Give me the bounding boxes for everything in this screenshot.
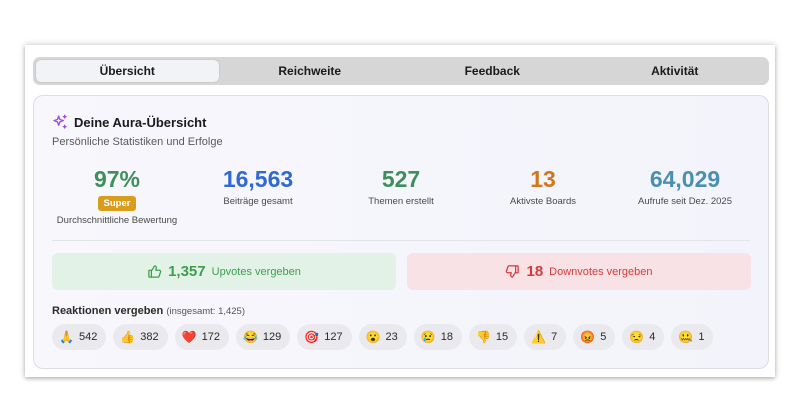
reaction-count: 5 [600, 331, 607, 343]
thumbs-up-icon [148, 265, 162, 278]
stat-rating: 97% Super Durchschnittliche Bewertung [42, 166, 192, 226]
stat-views: 64,029 Aufrufe seit Dez. 2025 [610, 166, 760, 207]
reactions-list: 🙏 542 👍 382 ❤️ 172 😂 129 🎯 127 😮 23 😢 18 👎 15 ⚠️… [52, 324, 714, 350]
stat-label: Aufrufe seit Dez. 2025 [638, 196, 732, 207]
reaction-chip-warning[interactable]: ⚠️ 7 [524, 324, 567, 350]
reaction-count: 1 [698, 331, 705, 343]
downvotes-count: 18 [526, 263, 544, 280]
reaction-chip-thumbs-down[interactable]: 👎 15 [468, 324, 518, 350]
upvotes-count: 1,357 [168, 263, 206, 280]
unamused-emoji-icon: 😒 [629, 330, 645, 344]
stat-topics: 527 Themen erstellt [326, 166, 476, 207]
stat-value: 16,563 [222, 166, 294, 192]
reaction-chip-zipper[interactable]: 🤐 1 [671, 324, 714, 350]
tab-bar: Übersicht Reichweite Feedback Aktivität [33, 57, 769, 85]
status-badge: Super [97, 196, 137, 211]
tab-feedback[interactable]: Feedback [401, 60, 584, 82]
aura-window: Übersicht Reichweite Feedback Aktivität … [25, 45, 775, 377]
stat-value: 13 [530, 166, 556, 192]
reaction-chip-wow[interactable]: 😮 23 [358, 324, 407, 350]
laugh-emoji-icon: 😂 [242, 330, 258, 344]
reaction-count: 127 [324, 331, 343, 343]
stat-boards: 13 Aktivste Boards [468, 166, 618, 207]
stat-label: Aktivste Boards [510, 196, 576, 207]
stats-row: 97% Super Durchschnittliche Bewertung 16… [34, 166, 770, 236]
reaction-chip-laugh[interactable]: 😂 129 [235, 324, 291, 350]
downvotes-card: 18 Downvotes vergeben [407, 253, 751, 290]
divider [52, 240, 750, 241]
reaction-chip-pray[interactable]: 🙏 542 [52, 324, 107, 350]
reaction-chip-thumbs-up[interactable]: 👍 382 [113, 324, 168, 350]
upvotes-label: Upvotes vergeben [211, 265, 301, 278]
reactions-total: (insgesamt: 1,425) [166, 306, 246, 317]
overview-title: Deine Aura-Übersicht [74, 114, 207, 130]
stat-posts: 16,563 Beiträge gesamt [183, 166, 333, 207]
sad-emoji-icon: 😢 [420, 330, 436, 344]
wow-emoji-icon: 😮 [365, 330, 381, 344]
upvotes-card: 1,357 Upvotes vergeben [52, 253, 396, 290]
reaction-count: 15 [495, 331, 509, 343]
heart-emoji-icon: ❤️ [181, 330, 197, 344]
reaction-chip-heart[interactable]: ❤️ 172 [174, 324, 229, 350]
tab-aktivitaet[interactable]: Aktivität [584, 60, 767, 82]
reaction-chip-target[interactable]: 🎯 127 [297, 324, 352, 350]
stat-value: 527 [381, 166, 421, 192]
reactions-title: Reaktionen vergeben [52, 305, 164, 317]
reaction-count: 7 [551, 331, 558, 343]
reaction-chip-angry[interactable]: 😡 5 [573, 324, 616, 350]
warning-emoji-icon: ⚠️ [531, 330, 547, 344]
target-emoji-icon: 🎯 [304, 330, 320, 344]
overview-panel: Deine Aura-Übersicht Persönliche Statist… [33, 95, 769, 369]
reaction-chip-sad[interactable]: 😢 18 [413, 324, 462, 350]
reaction-count: 129 [262, 331, 282, 343]
tab-reichweite[interactable]: Reichweite [219, 60, 402, 82]
thumbs-down-icon [506, 265, 520, 278]
stat-value: 97% [93, 166, 141, 192]
pray-emoji-icon: 🙏 [59, 330, 74, 344]
stat-label: Themen erstellt [368, 196, 434, 207]
stat-label: Durchschnittliche Bewertung [56, 215, 178, 226]
stat-value: 64,029 [649, 166, 721, 192]
reactions-heading: Reaktionen vergeben (insgesamt: 1,425) [52, 305, 245, 317]
thumbs-up-emoji-icon: 👍 [120, 330, 136, 344]
stat-label: Beiträge gesamt [223, 196, 293, 207]
downvotes-label: Downvotes vergeben [549, 265, 653, 278]
sparkles-icon [53, 114, 67, 129]
reaction-count: 23 [385, 331, 398, 343]
reaction-count: 172 [201, 331, 220, 343]
zipper-mouth-emoji-icon: 🤐 [678, 330, 694, 344]
thumbs-down-emoji-icon: 👎 [475, 330, 491, 344]
reaction-count: 18 [440, 331, 453, 343]
reaction-count: 4 [649, 331, 656, 343]
overview-header: Deine Aura-Übersicht [52, 114, 206, 130]
reaction-count: 382 [140, 331, 159, 343]
tab-uebersicht[interactable]: Übersicht [36, 60, 219, 82]
reaction-count: 542 [78, 331, 98, 343]
angry-emoji-icon: 😡 [580, 330, 596, 344]
overview-subtitle: Persönliche Statistiken und Erfolge [52, 136, 223, 148]
reaction-chip-unamused[interactable]: 😒 4 [622, 324, 665, 350]
